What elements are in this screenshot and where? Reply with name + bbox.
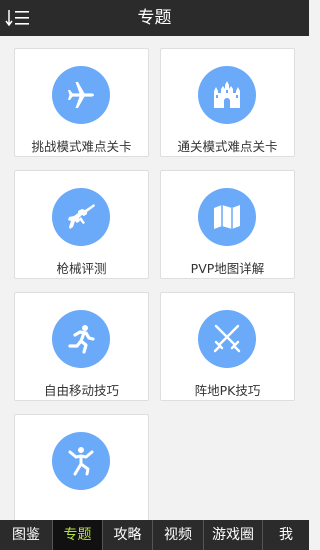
map-icon bbox=[214, 205, 240, 229]
topic-card-label: PVP地图详解 bbox=[190, 261, 265, 276]
rifle-icon bbox=[68, 204, 95, 229]
topic-card-martial[interactable] bbox=[14, 414, 149, 520]
topic-card-position-pk[interactable]: 阵地PK技巧 bbox=[160, 292, 295, 401]
airplane-icon bbox=[68, 82, 94, 108]
topic-card-label: 通关模式难点关卡 bbox=[177, 139, 278, 154]
castle-icon bbox=[214, 81, 240, 108]
topic-card-free-movement[interactable]: 自由移动技巧 bbox=[14, 292, 149, 401]
bottom-tab-bar: 图鉴 专题 攻略 视频 游戏圈 我 bbox=[0, 520, 309, 550]
tab-videos[interactable]: 视频 bbox=[152, 520, 203, 550]
topic-card-label: 挑战模式难点关卡 bbox=[31, 139, 132, 154]
topic-card-weapon-review[interactable]: 枪械评测 bbox=[14, 170, 149, 279]
tab-me[interactable]: 我 bbox=[262, 520, 309, 550]
tab-topics[interactable]: 专题 bbox=[52, 520, 102, 550]
topic-card-pvp-maps[interactable]: PVP地图详解 bbox=[160, 170, 295, 279]
tab-game-circle[interactable]: 游戏圈 bbox=[203, 520, 262, 550]
topic-card-clear-levels[interactable]: 通关模式难点关卡 bbox=[160, 48, 295, 157]
page-title: 专题 bbox=[137, 8, 172, 28]
header-bar: 专题 bbox=[0, 0, 309, 36]
topic-card-label: 自由移动技巧 bbox=[43, 383, 119, 398]
topic-card-label: 枪械评测 bbox=[56, 261, 107, 276]
tab-guides[interactable]: 攻略 bbox=[102, 520, 152, 550]
tab-catalog[interactable]: 图鉴 bbox=[0, 520, 52, 550]
topic-grid: 挑战模式难点关卡 通关模式难点关卡 枪械评测 PVP地图详解 自由移动技巧 阵地… bbox=[0, 36, 309, 520]
kungfu-person-icon bbox=[68, 447, 94, 476]
topic-card-label: 阵地PK技巧 bbox=[194, 383, 261, 398]
running-person-icon bbox=[68, 325, 95, 354]
crossed-swords-icon bbox=[213, 324, 241, 353]
topic-card-challenge-levels[interactable]: 挑战模式难点关卡 bbox=[14, 48, 149, 157]
